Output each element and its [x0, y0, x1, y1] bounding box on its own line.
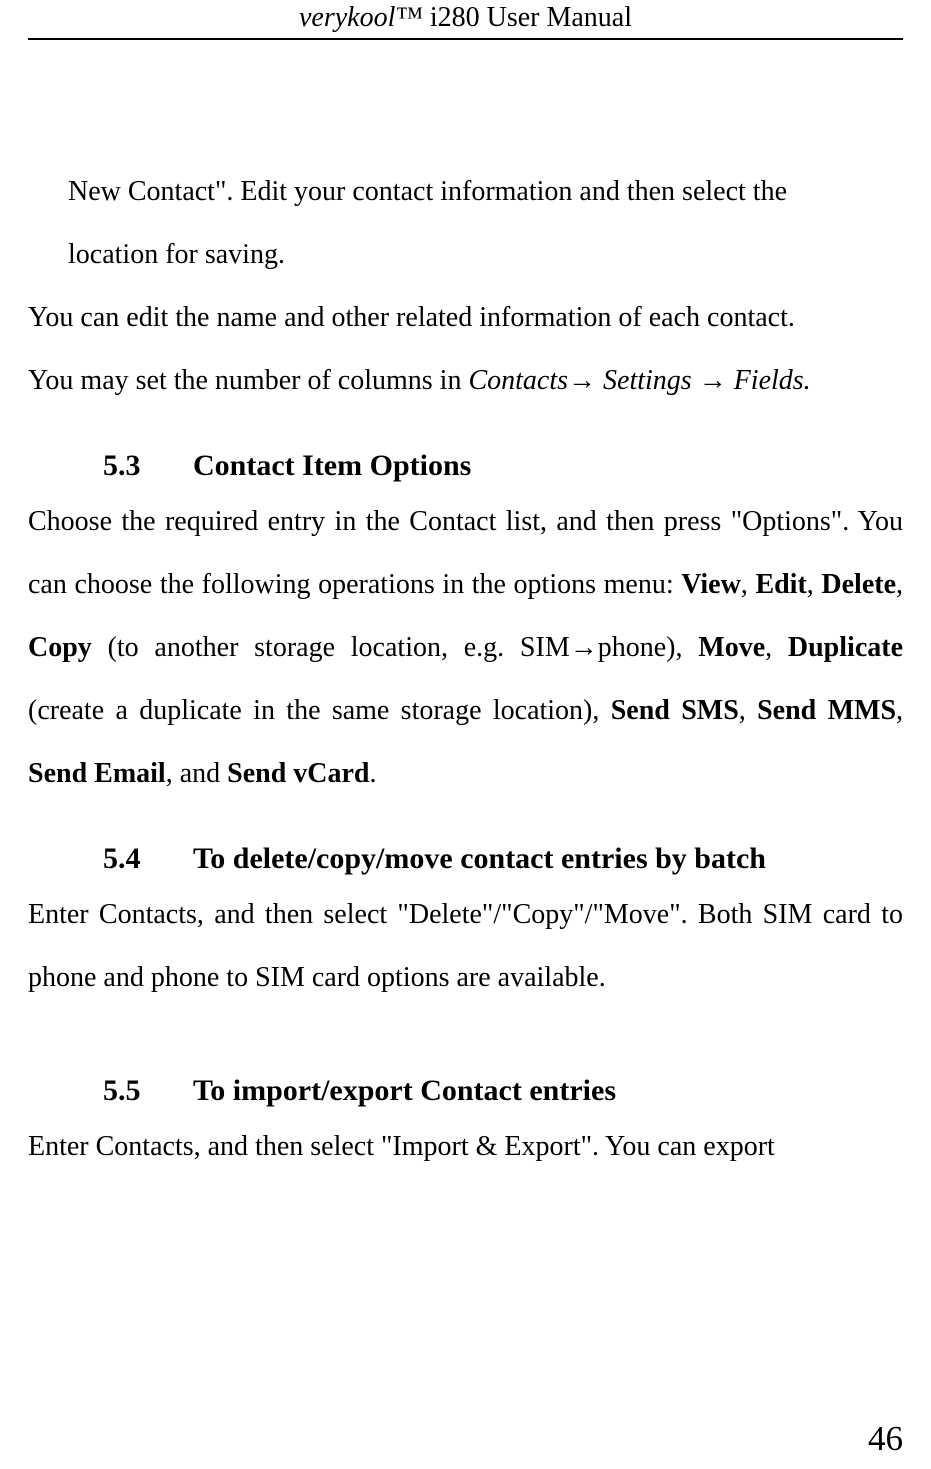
option-copy: Copy — [28, 632, 92, 663]
paragraph-import-export: Enter Contacts, and then select "Import … — [28, 1115, 903, 1178]
arrow-icon: → — [568, 365, 596, 396]
paragraph-continuation-line2: location for saving. — [28, 223, 903, 286]
text: (create a duplicate in the same storage … — [28, 695, 611, 726]
paragraph-columns-path: You may set the number of columns in Con… — [28, 349, 903, 412]
text: . — [370, 758, 377, 789]
heading-number: 5.4 — [103, 835, 193, 883]
text: , — [765, 632, 788, 663]
text: You may set the number of columns in — [28, 365, 468, 396]
text: , and — [166, 758, 227, 789]
option-send-email: Send Email — [28, 758, 166, 789]
heading-title: To import/export Contact entries — [193, 1074, 616, 1107]
page-header: verykool™ i280 User Manual — [28, 0, 903, 40]
text: , — [807, 569, 822, 600]
text: (to another storage location, e.g. SIM — [92, 632, 570, 663]
heading-number: 5.3 — [103, 442, 193, 490]
path-fields: Fields. — [734, 365, 811, 396]
text: , — [896, 695, 903, 726]
heading-number: 5.5 — [103, 1067, 193, 1115]
heading-5-3: 5.3Contact Item Options — [28, 412, 903, 490]
paragraph-continuation: New Contact". Edit your contact informat… — [28, 160, 903, 223]
path-settings: Settings — [596, 365, 699, 396]
option-delete: Delete — [821, 569, 896, 600]
option-duplicate: Duplicate — [788, 632, 903, 663]
option-move: Move — [698, 632, 765, 663]
arrow-icon: → — [570, 632, 598, 663]
paragraph-batch-ops: Enter Contacts, and then select "Delete"… — [28, 883, 903, 1009]
option-view: View — [681, 569, 741, 600]
option-send-mms: Send MMS — [757, 695, 896, 726]
text: New Contact". Edit your contact informat… — [68, 176, 787, 207]
page-number: 46 — [868, 1419, 903, 1459]
heading-5-4: 5.4To delete/copy/move contact entries b… — [28, 805, 903, 883]
page-content: New Contact". Edit your contact informat… — [28, 40, 903, 1178]
paragraph-contact-options: Choose the required entry in the Contact… — [28, 490, 903, 805]
option-edit: Edit — [755, 569, 806, 600]
text: location for saving. — [68, 239, 285, 270]
heading-title: Contact Item Options — [193, 449, 471, 482]
option-send-sms: Send SMS — [611, 695, 739, 726]
heading-5-5: 5.5To import/export Contact entries — [28, 1037, 903, 1115]
option-send-vcard: Send vCard — [227, 758, 369, 789]
header-brand: verykool™ — [299, 2, 423, 33]
text: phone), — [598, 632, 699, 663]
text: , — [739, 695, 757, 726]
paragraph-edit-info: You can edit the name and other related … — [28, 286, 903, 349]
path-contacts: Contacts — [468, 365, 568, 396]
heading-title: To delete/copy/move contact entries by b… — [193, 842, 766, 875]
text: , — [896, 569, 903, 600]
header-title: i280 User Manual — [423, 2, 632, 33]
spacer — [28, 1009, 903, 1037]
text: , — [741, 569, 756, 600]
arrow-icon: → — [699, 365, 727, 396]
